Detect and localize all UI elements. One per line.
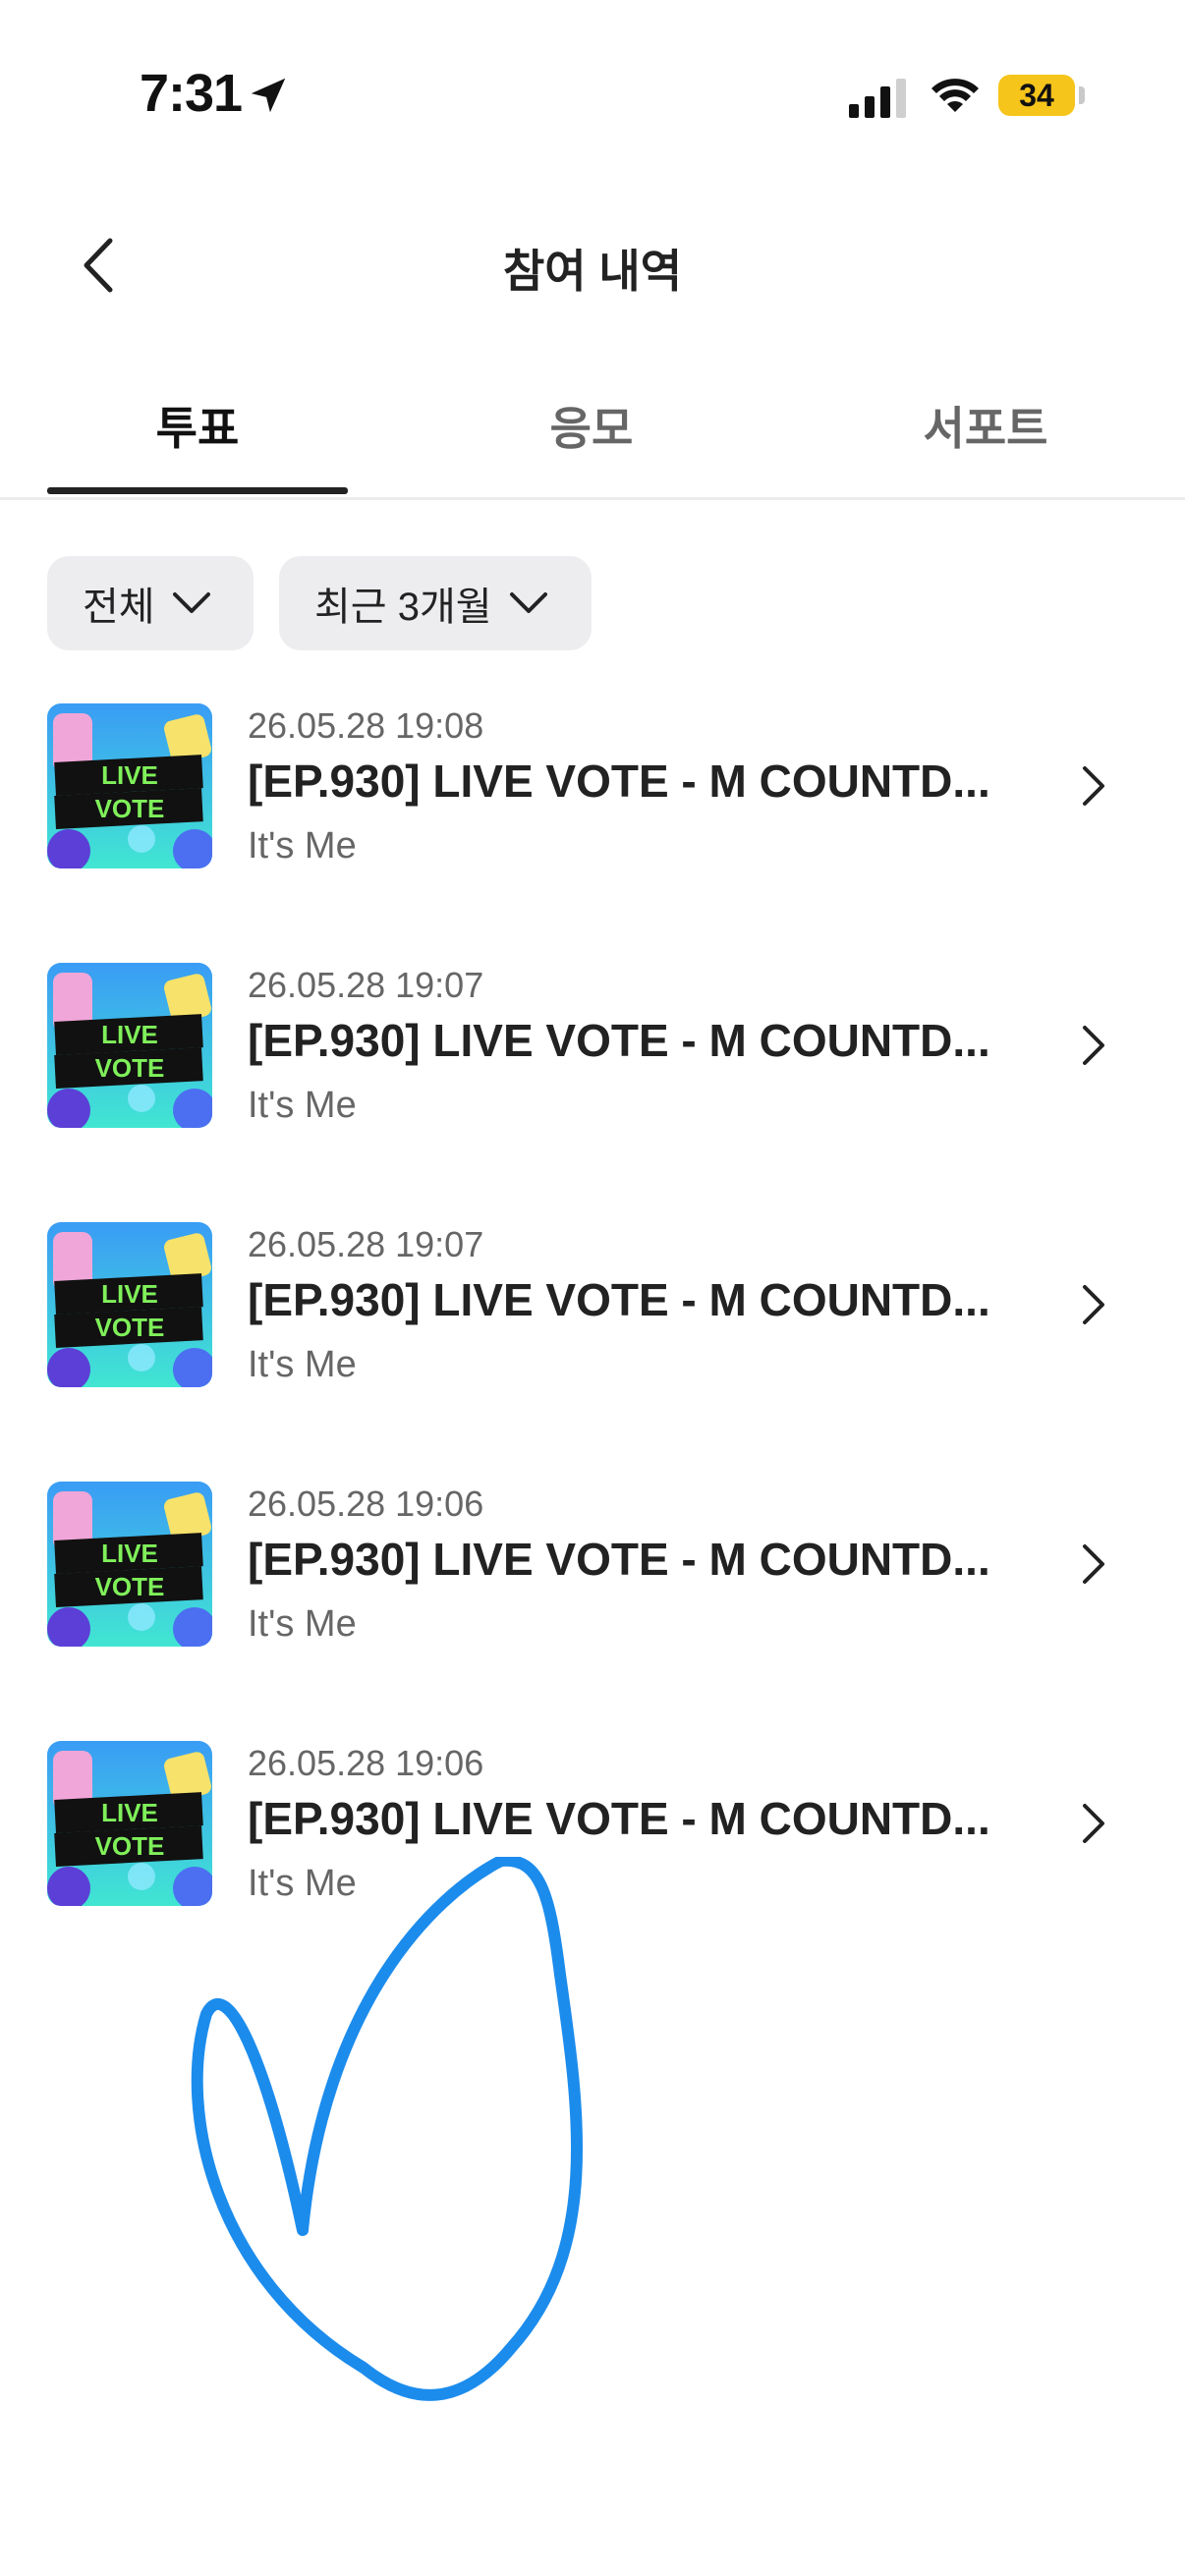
list-item[interactable]: LIVE VOTE 26.05.28 19:08 [EP.930] LIVE V… — [0, 703, 1185, 920]
header: 참여 내역 — [0, 206, 1185, 324]
thumb-line2: VOTE — [95, 1572, 165, 1601]
item-title: [EP.930] LIVE VOTE - M COUNTD... — [248, 1015, 990, 1066]
thumb-line1: LIVE — [101, 760, 158, 790]
item-title: [EP.930] LIVE VOTE - M COUNTD... — [248, 1793, 990, 1844]
chevron-down-icon — [172, 592, 210, 613]
item-date: 26.05.28 19:07 — [248, 1224, 484, 1264]
tab-support[interactable]: 서포트 — [838, 393, 1133, 458]
tab-entry[interactable]: 응모 — [444, 393, 739, 458]
active-tab-indicator — [47, 487, 348, 494]
filter-period[interactable]: 최근 3개월 — [279, 556, 592, 650]
list-item[interactable]: LIVE VOTE 26.05.28 19:07 [EP.930] LIVE V… — [0, 1222, 1185, 1438]
tab-vote[interactable]: 투표 — [50, 393, 345, 458]
item-date: 26.05.28 19:06 — [248, 1743, 484, 1783]
vote-thumbnail: LIVE VOTE — [47, 1482, 212, 1647]
vote-thumbnail: LIVE VOTE — [47, 703, 212, 868]
thumb-line2: VOTE — [95, 1313, 165, 1342]
page-title: 참여 내역 — [502, 246, 683, 297]
thumb-line1: LIVE — [101, 1539, 158, 1568]
chevron-right-icon — [1083, 766, 1104, 806]
thumb-line1: LIVE — [101, 1798, 158, 1827]
thumb-line2: VOTE — [95, 1831, 165, 1861]
status-time: 7:31 — [140, 64, 243, 123]
battery-icon: 34 — [998, 75, 1075, 116]
item-subtitle: It's Me — [248, 825, 357, 867]
vote-thumbnail: LIVE VOTE — [47, 1222, 212, 1387]
status-bar: 7:31 34 — [0, 0, 1185, 196]
item-date: 26.05.28 19:06 — [248, 1484, 484, 1524]
battery-cap — [1079, 86, 1085, 104]
vote-thumbnail: LIVE VOTE — [47, 963, 212, 1128]
filter-period-label: 최근 3개월 — [314, 586, 492, 629]
item-title: [EP.930] LIVE VOTE - M COUNTD... — [248, 1534, 990, 1585]
list-item[interactable]: LIVE VOTE 26.05.28 19:07 [EP.930] LIVE V… — [0, 963, 1185, 1179]
list-item[interactable]: LIVE VOTE 26.05.28 19:06 [EP.930] LIVE V… — [0, 1482, 1185, 1698]
item-date: 26.05.28 19:07 — [248, 965, 484, 1005]
item-subtitle: It's Me — [248, 1603, 357, 1645]
chevron-right-icon — [1083, 1804, 1104, 1843]
item-title: [EP.930] LIVE VOTE - M COUNTD... — [248, 1274, 990, 1325]
tab-bar: 투표 응모 서포트 — [0, 354, 1185, 500]
filter-category[interactable]: 전체 — [47, 556, 254, 650]
cellular-signal-icon — [849, 79, 906, 118]
heart-drawing — [191, 1857, 584, 2401]
chevron-right-icon — [1083, 1544, 1104, 1584]
item-date: 26.05.28 19:08 — [248, 705, 484, 746]
chevron-right-icon — [1083, 1285, 1104, 1324]
item-subtitle: It's Me — [248, 1085, 357, 1126]
item-subtitle: It's Me — [248, 1344, 357, 1385]
wifi-icon — [931, 79, 979, 112]
thumb-line2: VOTE — [95, 794, 165, 823]
filter-category-label: 전체 — [83, 586, 155, 629]
chevron-right-icon — [1083, 1026, 1104, 1065]
thumb-line1: LIVE — [101, 1279, 158, 1309]
item-title: [EP.930] LIVE VOTE - M COUNTD... — [248, 756, 990, 807]
location-arrow-icon — [251, 78, 286, 113]
chevron-down-icon — [509, 592, 547, 613]
thumb-line2: VOTE — [95, 1053, 165, 1083]
screen: 7:31 34 참여 내역 투표 응모 서포트 전체 최근 3개월 LIVE V… — [0, 0, 1185, 2576]
thumb-line1: LIVE — [101, 1020, 158, 1049]
